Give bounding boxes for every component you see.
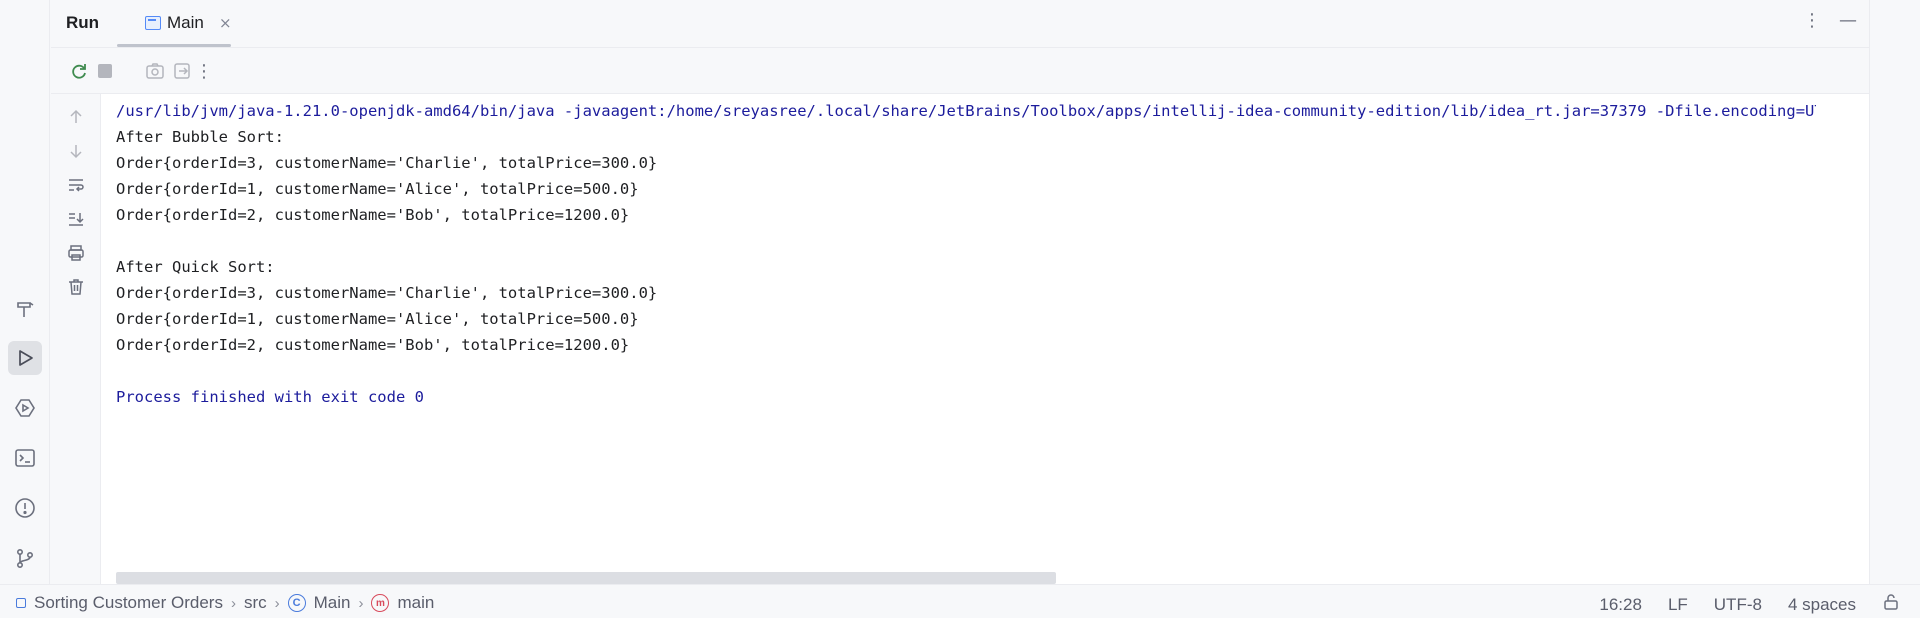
ide-window: Run Main × ⋮ — ⋮ /usr/lib/jvm/java-1.21.…: [0, 0, 1920, 618]
console-line: Order{orderId=3, customerName='Charlie',…: [116, 154, 658, 172]
class-icon: C: [287, 594, 306, 612]
run-toolbar: ⋮: [51, 48, 1869, 94]
status-widgets: 16:28 LF UTF-8 4 spaces: [1599, 593, 1900, 616]
console-output[interactable]: /usr/lib/jvm/java-1.21.0-openjdk-amd64/b…: [101, 94, 1869, 584]
console-side-toolbar: [51, 94, 101, 584]
console-line: Order{orderId=1, customerName='Alice', t…: [116, 310, 639, 328]
hide-panel-icon[interactable]: —: [1839, 10, 1857, 31]
print-icon[interactable]: [65, 242, 87, 264]
status-bar: Sorting Customer Orders › src › C Main ›…: [0, 584, 1920, 618]
run-tab-bar: Run Main × ⋮ —: [51, 0, 1869, 48]
console-line: Order{orderId=2, customerName='Bob', tot…: [116, 336, 630, 354]
caret-position[interactable]: 16:28: [1599, 595, 1642, 615]
scroll-up-icon[interactable]: [65, 106, 87, 128]
horizontal-scrollbar[interactable]: [116, 572, 1056, 584]
run-icon[interactable]: [8, 341, 42, 375]
scroll-to-end-icon[interactable]: [65, 208, 87, 230]
left-tool-strip: [0, 0, 50, 584]
run-panel-title: Run: [66, 13, 100, 32]
chevron-right-icon: ›: [358, 594, 364, 612]
scroll-down-icon[interactable]: [65, 140, 87, 162]
soft-wrap-icon[interactable]: [65, 174, 87, 196]
file-encoding[interactable]: UTF-8: [1714, 595, 1762, 615]
run-configuration-icon: [145, 16, 161, 30]
breadcrumb: Sorting Customer Orders › src › C Main ›…: [16, 593, 434, 613]
method-icon: m: [371, 594, 390, 612]
indent-setting[interactable]: 4 spaces: [1788, 595, 1856, 615]
chevron-right-icon: ›: [274, 594, 280, 612]
stop-icon[interactable]: [94, 60, 116, 82]
more-options-icon[interactable]: ⋮: [1803, 10, 1821, 31]
exit-icon[interactable]: [171, 60, 193, 82]
lock-icon[interactable]: [1882, 593, 1900, 616]
tab-main[interactable]: Main ×: [131, 0, 232, 48]
console-lines: /usr/lib/jvm/java-1.21.0-openjdk-amd64/b…: [116, 98, 1816, 410]
console-line: Order{orderId=1, customerName='Alice', t…: [116, 180, 639, 198]
breadcrumb-folder[interactable]: src: [244, 593, 267, 613]
line-separator[interactable]: LF: [1668, 595, 1688, 615]
project-icon: [16, 598, 26, 608]
run-panel: Run Main × ⋮ — ⋮ /usr/lib/jvm/java-1.21.…: [51, 0, 1869, 584]
problems-icon[interactable]: [8, 491, 42, 525]
panel-actions: ⋮ —: [1803, 10, 1857, 31]
tab-close-icon[interactable]: ×: [219, 14, 232, 32]
git-branch-icon[interactable]: [8, 541, 42, 575]
console-line: Process finished with exit code 0: [116, 388, 424, 406]
console-line: After Quick Sort:: [116, 258, 275, 276]
toolbar-more-glyph: ⋮: [195, 60, 213, 82]
clear-all-trash-icon[interactable]: [65, 276, 87, 298]
chevron-right-icon: ›: [230, 594, 236, 612]
tab-main-label: Main: [167, 13, 204, 32]
breadcrumb-class[interactable]: Main: [314, 593, 351, 613]
services-icon[interactable]: [8, 391, 42, 425]
rerun-icon[interactable]: [68, 60, 90, 82]
build-hammer-icon[interactable]: [8, 292, 42, 326]
console-line: After Bubble Sort:: [116, 128, 284, 146]
breadcrumb-method[interactable]: main: [397, 593, 434, 613]
terminal-icon[interactable]: [8, 441, 42, 475]
console-line: Order{orderId=3, customerName='Charlie',…: [116, 284, 658, 302]
camera-icon[interactable]: [144, 60, 166, 82]
active-tab-indicator: [117, 44, 231, 47]
console-line: Order{orderId=2, customerName='Bob', tot…: [116, 206, 630, 224]
right-tool-strip: [1869, 0, 1920, 584]
console-line: /usr/lib/jvm/java-1.21.0-openjdk-amd64/b…: [116, 102, 1816, 120]
breadcrumb-project[interactable]: Sorting Customer Orders: [34, 593, 223, 613]
toolbar-more-icon[interactable]: ⋮: [193, 60, 215, 82]
